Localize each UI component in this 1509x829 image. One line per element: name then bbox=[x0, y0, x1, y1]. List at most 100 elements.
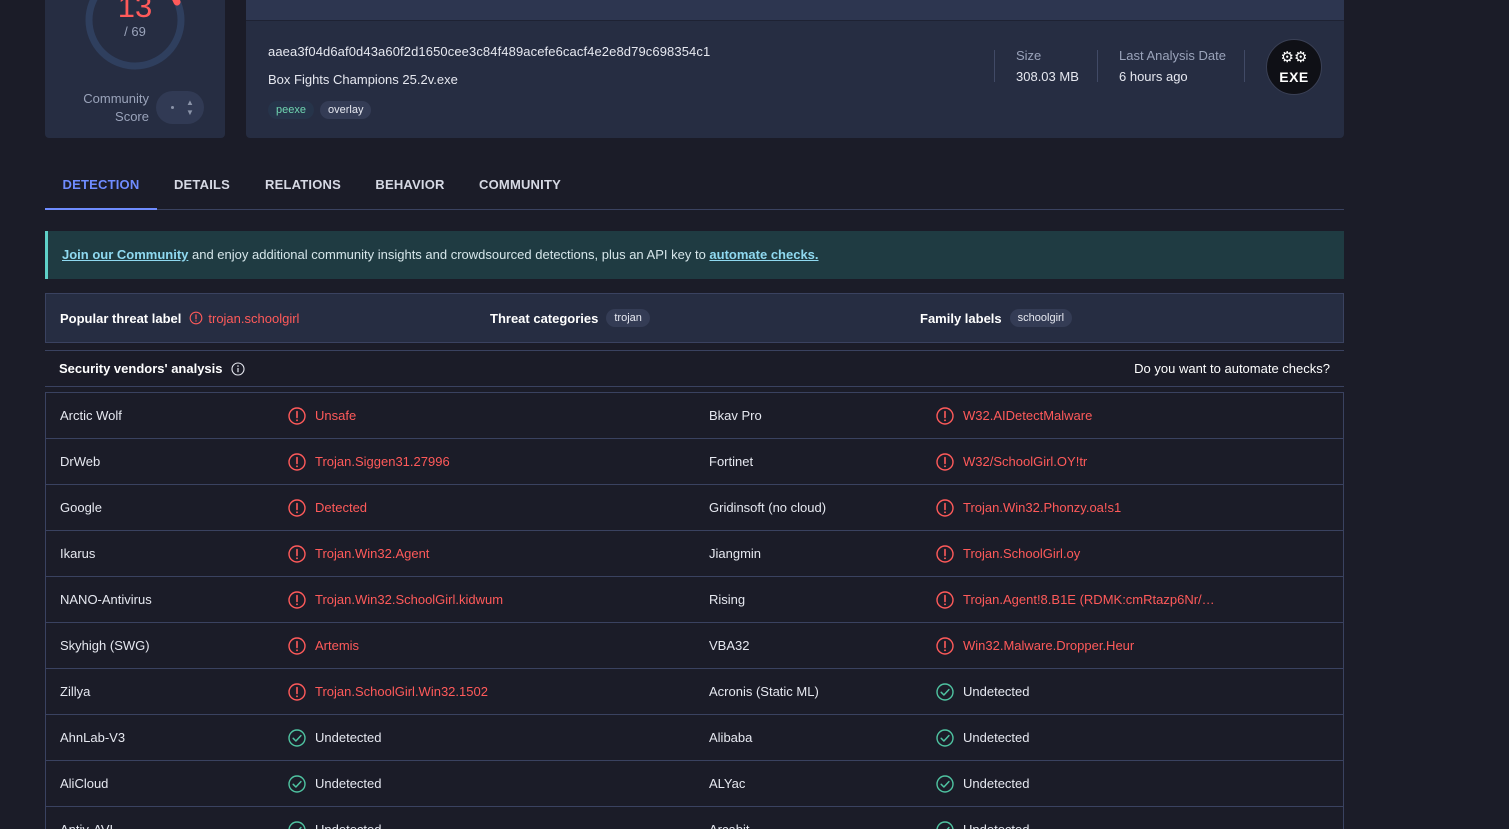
family-label-pill[interactable]: schoolgirl bbox=[1009, 309, 1073, 327]
vendor-name: AhnLab-V3 bbox=[60, 730, 126, 745]
popular-threat-value[interactable]: trojan.schoolgirl bbox=[189, 311, 299, 326]
vendor-name: NANO-Antivirus bbox=[60, 592, 152, 607]
vendor-result: Trojan.Win32.Agent bbox=[288, 531, 429, 576]
community-score-vote[interactable]: ▲ ▼ bbox=[156, 91, 204, 124]
automate-checks-prompt[interactable]: Do you want to automate checks? bbox=[1134, 361, 1330, 376]
vote-down-icon[interactable]: ▼ bbox=[186, 109, 194, 117]
vendor-result-text: W32/SchoolGirl.OY!tr bbox=[963, 454, 1088, 469]
tag-overlay[interactable]: overlay bbox=[319, 101, 372, 119]
detection-gauge: 13 / 69 bbox=[85, 0, 185, 70]
table-row: NANO-Antivirus Trojan.Win32.SchoolGirl.ki… bbox=[46, 577, 1343, 623]
detection-score-card: 13 / 69 Community Score ▲ ▼ bbox=[45, 0, 225, 138]
automate-checks-link[interactable]: automate checks. bbox=[709, 247, 818, 262]
alert-circle-icon bbox=[288, 498, 306, 517]
vendor-name: Google bbox=[60, 500, 102, 515]
alert-circle-icon bbox=[288, 544, 306, 563]
vendor-result-text: W32.AIDetectMalware bbox=[963, 408, 1093, 423]
vendor-result-text: Trojan.Siggen31.27996 bbox=[315, 454, 450, 469]
alert-circle-icon bbox=[936, 544, 954, 563]
banner-text: and enjoy additional community insights … bbox=[188, 247, 710, 262]
vendor-name: Antiy-AVL bbox=[60, 807, 117, 829]
vendor-name: ALYac bbox=[709, 776, 746, 791]
table-row: Antiy-AVL Undetected Arcabit Undetected bbox=[46, 807, 1343, 829]
last-analysis-value: 6 hours ago bbox=[1119, 69, 1188, 84]
vendor-result-text: Detected bbox=[315, 500, 368, 515]
file-hash[interactable]: aaea3f04d6af0d43a60f2d1650cee3c84f489ace… bbox=[268, 44, 710, 59]
alert-circle-icon bbox=[288, 452, 306, 471]
check-circle-icon bbox=[936, 774, 954, 793]
check-circle-icon bbox=[288, 728, 306, 747]
vendor-result: Detected bbox=[288, 485, 367, 530]
community-score-dot-icon bbox=[171, 106, 174, 109]
vendor-name: Acronis (Static ML) bbox=[709, 684, 819, 699]
file-tags: peexe overlay bbox=[268, 101, 372, 119]
file-info-card: aaea3f04d6af0d43a60f2d1650cee3c84f489ace… bbox=[246, 0, 1344, 138]
last-analysis-date: Last Analysis Date 6 hours ago bbox=[1119, 48, 1226, 84]
file-size: Size 308.03 MB bbox=[1016, 48, 1079, 84]
security-vendors-header: Security vendors' analysis Do you want t… bbox=[45, 350, 1344, 387]
vendor-result: Artemis bbox=[288, 623, 359, 668]
alert-circle-icon bbox=[936, 406, 954, 425]
threat-summary: Popular threat label trojan.schoolgirl T… bbox=[45, 293, 1344, 343]
file-size-value: 308.03 MB bbox=[1016, 69, 1079, 84]
alert-circle-icon bbox=[936, 452, 954, 471]
vendor-result-text: Undetected bbox=[963, 730, 1030, 745]
tab-relations[interactable]: RELATIONS bbox=[257, 160, 349, 210]
vendor-result-text: Trojan.Win32.SchoolGirl.kidwum bbox=[315, 592, 504, 607]
divider bbox=[994, 50, 995, 82]
tab-detection[interactable]: DETECTION bbox=[45, 160, 157, 210]
tab-community[interactable]: COMMUNITY bbox=[471, 160, 569, 210]
threat-category-pill[interactable]: trojan bbox=[606, 309, 650, 327]
vendor-result: Trojan.SchoolGirl.oy bbox=[936, 531, 1080, 576]
divider bbox=[1097, 50, 1098, 82]
popular-threat-title: Popular threat label bbox=[60, 310, 182, 326]
alert-circle-icon bbox=[936, 498, 954, 517]
vendor-name: DrWeb bbox=[60, 454, 101, 469]
vendor-result: Undetected bbox=[936, 761, 1030, 806]
vendor-name: AliCloud bbox=[60, 776, 109, 791]
vendor-result-text: Undetected bbox=[963, 684, 1030, 699]
report-tabs: DETECTION DETAILS RELATIONS BEHAVIOR COM… bbox=[45, 160, 1344, 210]
vendor-result: Unsafe bbox=[288, 393, 356, 438]
tab-details[interactable]: DETAILS bbox=[165, 160, 239, 210]
vendor-result: Trojan.Agent!8.B1E (RDMK:cmRtazp6Nr/… bbox=[936, 577, 1215, 622]
table-row: Skyhigh (SWG) Artemis VBA32 Win32.Malware.D… bbox=[46, 623, 1343, 669]
file-name: Box Fights Champions 25.2v.exe bbox=[268, 72, 458, 87]
alert-circle-icon bbox=[189, 311, 203, 325]
vendor-result: Undetected bbox=[936, 715, 1030, 760]
check-circle-icon bbox=[936, 728, 954, 747]
vendor-result-text: Trojan.Win32.Phonzy.oa!s1 bbox=[963, 500, 1122, 515]
file-size-label: Size bbox=[1016, 48, 1042, 63]
vote-up-icon[interactable]: ▲ bbox=[186, 99, 194, 107]
table-row: Zillya Trojan.SchoolGirl.Win32.1502 Acroni… bbox=[46, 669, 1343, 715]
vendor-name: Skyhigh (SWG) bbox=[60, 638, 150, 653]
vendor-name: Bkav Pro bbox=[709, 408, 762, 423]
vendor-result-text: Unsafe bbox=[315, 408, 357, 423]
popular-threat-text: trojan.schoolgirl bbox=[208, 310, 300, 326]
vendor-results-table: Arctic Wolf Unsafe Bkav Pro W32.AIDetectMal… bbox=[45, 392, 1344, 829]
vendor-result-text: Undetected bbox=[315, 807, 382, 829]
tab-behavior[interactable]: BEHAVIOR bbox=[367, 160, 453, 210]
security-vendors-title-text: Security vendors' analysis bbox=[59, 361, 223, 376]
file-type-badge: ⚙⚙ EXE bbox=[1266, 39, 1322, 95]
vendor-result-text: Undetected bbox=[963, 807, 1030, 829]
vendor-result-text: Win32.Malware.Dropper.Heur bbox=[963, 638, 1135, 653]
vendor-result-text: Artemis bbox=[315, 638, 360, 653]
check-circle-icon bbox=[936, 820, 954, 829]
vendor-result-text: Trojan.Win32.Agent bbox=[315, 546, 430, 561]
table-row: AliCloud Undetected ALYac Undetected bbox=[46, 761, 1343, 807]
table-row: Arctic Wolf Unsafe Bkav Pro W32.AIDetectMal… bbox=[46, 393, 1343, 439]
join-community-link[interactable]: Join our Community bbox=[62, 247, 188, 262]
community-banner: Join our Community and enjoy additional … bbox=[45, 231, 1344, 279]
detection-total: / 69 bbox=[124, 24, 146, 39]
vendor-name: Arcabit bbox=[709, 807, 749, 829]
tag-peexe[interactable]: peexe bbox=[268, 101, 314, 119]
info-icon[interactable] bbox=[230, 361, 245, 376]
vendor-result-text: Trojan.SchoolGirl.Win32.1502 bbox=[315, 684, 488, 699]
vendor-name: Arctic Wolf bbox=[60, 408, 122, 423]
vendor-result: Undetected bbox=[936, 669, 1030, 714]
security-vendors-title: Security vendors' analysis bbox=[59, 361, 245, 376]
alert-circle-icon bbox=[288, 406, 306, 425]
vendor-result: W32/SchoolGirl.OY!tr bbox=[936, 439, 1087, 484]
vendor-result-text: Undetected bbox=[315, 730, 382, 745]
